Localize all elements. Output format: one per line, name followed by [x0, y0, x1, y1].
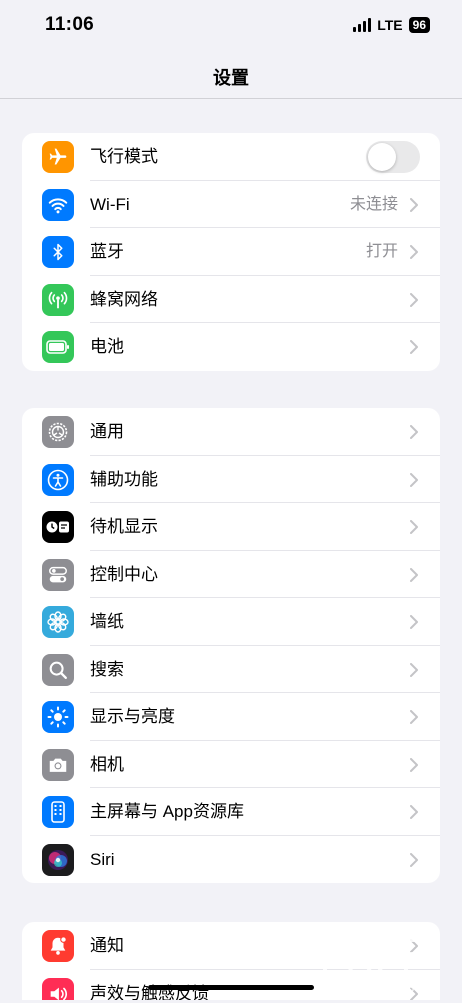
row-label: 墙纸 — [90, 612, 124, 631]
chevron-right-icon — [410, 245, 418, 259]
cellular-icon — [42, 283, 74, 316]
row-label: 控制中心 — [90, 564, 158, 584]
settings-row-cellular[interactable]: 蜂窝网络 — [22, 276, 440, 323]
sound-icon — [42, 977, 74, 1000]
notification-icon — [42, 930, 74, 962]
row-label: 飞行模式 — [90, 147, 158, 166]
navigation-bar: 设置 — [0, 54, 462, 99]
chevron-right-icon — [410, 425, 418, 439]
home-indicator[interactable] — [148, 985, 314, 990]
chevron-right-icon — [410, 340, 418, 354]
home-screen-icon — [42, 796, 74, 828]
row-label: 通用 — [90, 422, 124, 441]
wifi-icon — [42, 188, 74, 221]
chevron-right-icon — [410, 805, 418, 819]
settings-row-control-center[interactable]: 控制中心 — [22, 551, 440, 598]
settings-row-siri[interactable]: Siri — [22, 836, 440, 884]
chevron-right-icon — [410, 852, 418, 867]
settings-row-airplane-mode[interactable]: 飞行模式 — [22, 133, 440, 181]
row-label: 蜂窝网络 — [90, 289, 158, 309]
row-label: 辅助功能 — [90, 469, 158, 489]
status-indicators: LTE 96 — [353, 17, 430, 33]
brightness-icon — [42, 701, 74, 733]
battery-level: 96 — [408, 17, 430, 33]
control-center-icon — [42, 558, 74, 591]
row-label: 搜索 — [90, 659, 124, 679]
status-bar: 11:06 LTE 96 — [0, 0, 462, 54]
chevron-right-icon — [410, 710, 418, 724]
settings-row-wifi[interactable]: Wi-Fi 未连接 — [22, 181, 440, 228]
settings-row-standby[interactable]: 待机显示 — [22, 503, 440, 551]
airplane-icon — [42, 141, 74, 173]
chevron-right-icon — [410, 757, 418, 772]
page-title: 设置 — [213, 68, 249, 88]
settings-row-battery[interactable]: 电池 — [22, 323, 440, 371]
row-label: 蓝牙 — [90, 242, 124, 261]
accessibility-icon — [42, 463, 74, 496]
camera-icon — [42, 748, 74, 781]
row-label: 显示与亮度 — [90, 707, 175, 726]
battery-icon — [42, 331, 74, 363]
chevron-right-icon — [410, 472, 418, 487]
settings-row-wallpaper[interactable]: 墙纸 — [22, 598, 440, 646]
bluetooth-status: 打开 — [365, 243, 398, 260]
chevron-right-icon — [410, 615, 418, 629]
wallpaper-icon — [42, 606, 74, 638]
row-label: 相机 — [90, 754, 124, 774]
row-label: Siri — [90, 849, 115, 869]
row-label: 电池 — [90, 337, 124, 356]
wifi-status: 未连接 — [349, 195, 398, 213]
settings-group-connectivity: 飞行模式 Wi-Fi 未连接 蓝牙 打开 蜂窝网络 电池 — [22, 133, 440, 371]
settings-row-bluetooth[interactable]: 蓝牙 打开 — [22, 228, 440, 276]
search-icon — [42, 653, 74, 686]
network-type: LTE — [377, 17, 403, 33]
chevron-right-icon — [410, 197, 418, 212]
bluetooth-icon — [42, 236, 74, 268]
chevron-right-icon — [410, 292, 418, 307]
signal-strength-icon — [353, 18, 372, 32]
watermark-logo: HUAREN.US — [298, 918, 448, 998]
row-label: 待机显示 — [90, 517, 158, 536]
settings-row-search[interactable]: 搜索 — [22, 646, 440, 693]
row-label: 主屏幕与 App资源库 — [90, 802, 244, 821]
row-label: Wi-Fi — [90, 194, 130, 214]
siri-icon — [42, 843, 74, 876]
settings-row-general[interactable]: 通用 — [22, 408, 440, 456]
settings-group-general: 通用 辅助功能 待机显示 控制中心 墙纸 搜索 显示与亮度 相机 主屏幕与 Ap… — [22, 408, 440, 883]
settings-row-home-screen[interactable]: 主屏幕与 App资源库 — [22, 788, 440, 836]
row-label: 通知 — [90, 936, 124, 955]
toggle-knob — [368, 143, 396, 171]
settings-row-display-brightness[interactable]: 显示与亮度 — [22, 693, 440, 741]
airplane-mode-toggle[interactable] — [366, 141, 420, 173]
standby-icon — [42, 511, 74, 543]
gear-icon — [42, 416, 74, 448]
settings-row-camera[interactable]: 相机 — [22, 741, 440, 788]
status-time: 11:06 — [45, 14, 95, 35]
chevron-right-icon — [410, 520, 418, 534]
chevron-right-icon — [410, 662, 418, 677]
chevron-right-icon — [410, 567, 418, 582]
settings-row-accessibility[interactable]: 辅助功能 — [22, 456, 440, 503]
watermark-text: HUAREN.US — [308, 979, 417, 995]
